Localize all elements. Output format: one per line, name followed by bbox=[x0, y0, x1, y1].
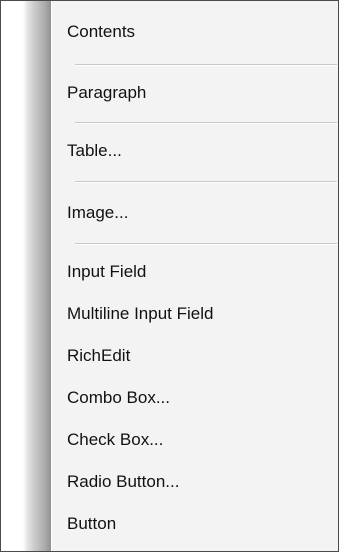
menu-separator bbox=[75, 243, 337, 245]
menu-item-check-box[interactable]: Check Box... bbox=[67, 425, 163, 455]
menu-separator bbox=[75, 64, 337, 66]
context-menu: Contents Paragraph Table... Image... Inp… bbox=[0, 0, 339, 552]
menu-item-combo-box[interactable]: Combo Box... bbox=[67, 383, 170, 413]
menu-item-paragraph[interactable]: Paragraph bbox=[67, 78, 146, 108]
menu-item-input-field[interactable]: Input Field bbox=[67, 257, 146, 287]
menu-item-contents[interactable]: Contents bbox=[67, 17, 135, 47]
menu-gutter-edge bbox=[51, 1, 52, 551]
menu-item-image[interactable]: Image... bbox=[67, 198, 128, 228]
menu-item-radio-button[interactable]: Radio Button... bbox=[67, 467, 179, 497]
menu-separator bbox=[75, 122, 337, 124]
menu-icon-gutter bbox=[1, 1, 51, 551]
menu-separator bbox=[75, 181, 337, 183]
menu-item-table[interactable]: Table... bbox=[67, 136, 122, 166]
menu-item-button[interactable]: Button bbox=[67, 509, 116, 539]
menu-item-richedit[interactable]: RichEdit bbox=[67, 341, 130, 371]
menu-item-multiline-input-field[interactable]: Multiline Input Field bbox=[67, 299, 213, 329]
